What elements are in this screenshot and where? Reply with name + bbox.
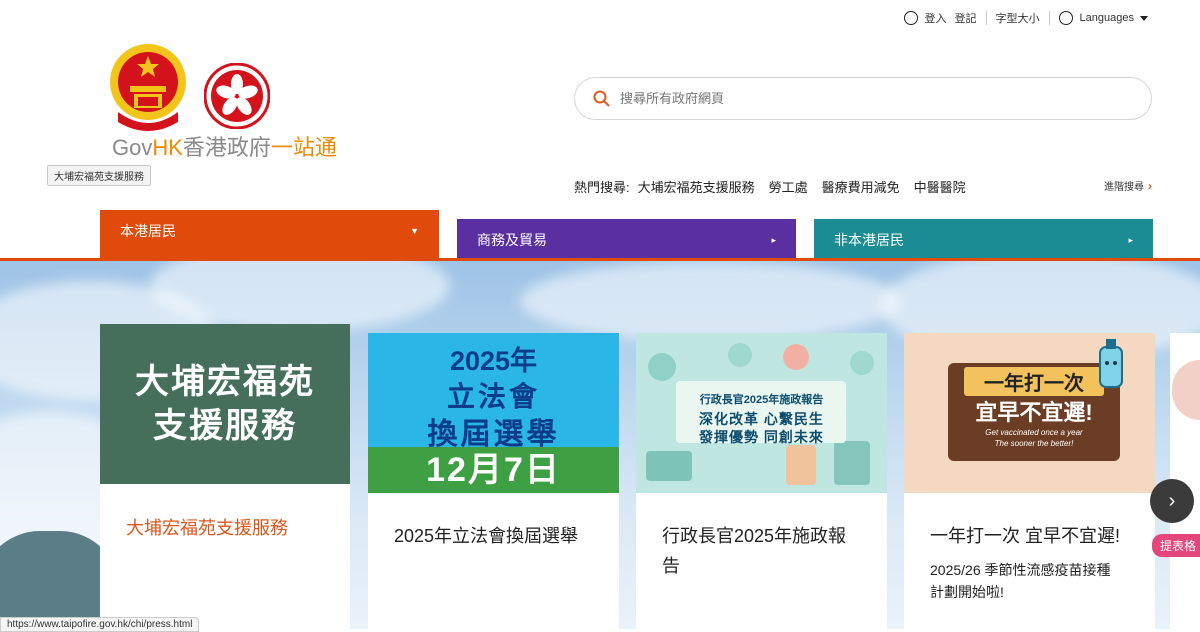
card-image-text: 發揮優勢 同創未來 [699, 429, 824, 445]
tab-non-residents[interactable]: 非本港居民 ▸ [814, 219, 1153, 261]
feedback-tab[interactable]: 提表格 [1152, 534, 1200, 557]
tab-business-trade[interactable]: 商務及貿易 ▸ [457, 219, 796, 261]
search-box[interactable] [574, 77, 1152, 120]
globe-icon [1058, 11, 1073, 25]
caret-down-icon[interactable] [1140, 15, 1148, 21]
hot-searches: 熱門搜尋: 大埔宏福苑支援服務 勞工處 醫療費用減免 中醫醫院 [574, 177, 966, 196]
divider [1048, 11, 1050, 25]
news-card[interactable]: 2025年 立法會 換屆選舉 12月7日 2025年立法會換屆選舉 [368, 333, 619, 629]
card-image-text: The sooner the better! [994, 439, 1074, 448]
advanced-search-label: 進階搜尋 [1104, 182, 1144, 193]
languages-menu[interactable]: Languages [1080, 12, 1134, 24]
tooltip: 大埔宏福苑支援服務 [47, 165, 151, 186]
tab-residents[interactable]: 本港居民 ▼ [100, 210, 439, 258]
news-card[interactable]: 大埔宏福苑支援服務 大埔宏福苑支援服務 [100, 324, 350, 629]
syringe-mascot-icon [1099, 339, 1123, 388]
advanced-search-link[interactable]: 進階搜尋 › [1104, 178, 1152, 193]
card-image-text: Get vaccinated once a year [985, 428, 1083, 437]
card-image-text: 2025年 [449, 346, 538, 376]
card-image-text: 12月7日 [368, 447, 619, 493]
caret-down-icon: ▼ [410, 226, 419, 236]
divider [985, 11, 987, 25]
caret-right-icon: ▸ [771, 234, 776, 245]
logo-cn-gov: 香港政府 [182, 135, 271, 160]
search-input[interactable] [618, 90, 1102, 107]
card-image-text: 宜早不宜遲! [975, 400, 1093, 425]
card-image: 一年打一次 宜早不宜遲! Get vaccinated once a year … [904, 333, 1155, 493]
hot-search-item[interactable]: 中醫醫院 [914, 177, 966, 196]
hot-search-item[interactable]: 大埔宏福苑支援服務 [638, 177, 755, 196]
carousel-next-button[interactable]: › [1150, 479, 1194, 523]
caret-right-icon: ▸ [1128, 234, 1133, 245]
chevron-right-icon: › [1168, 489, 1176, 512]
card-image: 行政長官2025年施政報告 深化改革 心繫民生 發揮優勢 同創未來 [636, 333, 887, 493]
news-card[interactable]: 行政長官2025年施政報告 深化改革 心繫民生 發揮優勢 同創未來 行政長官20… [636, 333, 887, 629]
card-image: 2025年 立法會 換屆選舉 12月7日 [368, 333, 619, 493]
top-utility-bar: 登入 登記 字型大小 Languages [903, 10, 1148, 26]
hot-search-label: 熱門搜尋: [574, 180, 630, 195]
card-image: 大埔宏福苑支援服務 [100, 324, 350, 484]
tab-label: 本港居民 [120, 223, 176, 239]
status-bar-url: https://www.taipofire.gov.hk/chi/press.h… [0, 617, 200, 632]
hksar-emblem-logo[interactable] [204, 63, 270, 129]
govhk-wordmark[interactable]: GovHK香港政府一站通 [112, 130, 337, 162]
search-icon [593, 90, 610, 107]
hot-search-item[interactable]: 勞工處 [769, 177, 808, 196]
national-emblem-logo[interactable] [108, 42, 188, 132]
card-image-text: 深化改革 心繫民生 [699, 411, 824, 427]
login-link[interactable]: 登入 [925, 10, 947, 26]
chevron-right-icon: › [1148, 179, 1152, 193]
news-card[interactable]: 一年打一次 宜早不宜遲! Get vaccinated once a year … [904, 333, 1155, 629]
card-image-text: 行政長官2025年施政報告 [699, 394, 824, 406]
hot-search-item[interactable]: 醫療費用減免 [822, 177, 900, 196]
card-title[interactable]: 2025年立法會換屆選舉 [394, 521, 597, 551]
user-icon [903, 11, 918, 25]
card-image-text: 一年打一次 [964, 367, 1104, 396]
logo-hk: HK [152, 135, 183, 160]
tab-label: 非本港居民 [834, 232, 904, 248]
logo-cn-onestop: 一站通 [270, 135, 337, 160]
card-description: 2025/26 季節性流感疫苗接種計劃開始啦! [930, 562, 1111, 600]
card-title[interactable]: 一年打一次 宜早不宜遲! [930, 521, 1120, 551]
font-size-link[interactable]: 字型大小 [996, 10, 1040, 26]
card-title[interactable]: 大埔宏福苑支援服務 [126, 514, 350, 540]
tab-label: 商務及貿易 [477, 232, 547, 248]
card-image-text: 大埔宏福苑支援服務 [135, 363, 315, 445]
card-image-text: Get vaccinated once a year The sooner th… [948, 427, 1120, 449]
logo-gov: Gov [112, 135, 153, 160]
register-link[interactable]: 登記 [955, 10, 977, 26]
card-title[interactable]: 行政長官2025年施政報告 [662, 521, 852, 581]
